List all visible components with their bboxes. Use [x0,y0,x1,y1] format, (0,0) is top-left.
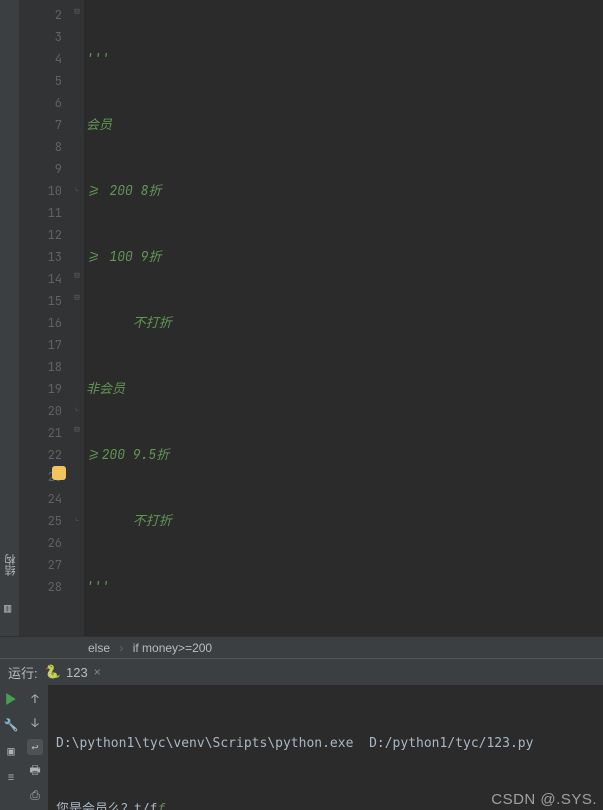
line-number[interactable]: 12 [20,224,62,246]
fold-end-icon[interactable]: ⌞ [72,182,82,192]
line-number[interactable]: 10 [20,180,62,202]
export-button[interactable]: ⎙ [27,787,43,803]
layout-button[interactable]: ≡ [3,769,19,785]
python-file-icon: 🐍 [45,664,61,680]
line-number[interactable]: 26 [20,532,62,554]
line-number[interactable]: 20 [20,400,62,422]
print-button[interactable]: 🖶 [27,763,43,779]
line-number[interactable]: 16 [20,312,62,334]
run-config-name[interactable]: 123 [66,665,88,680]
line-number[interactable]: 11 [20,202,62,224]
line-number[interactable]: 6 [20,92,62,114]
breadcrumb-item[interactable]: if money>=200 [133,641,212,655]
line-number[interactable]: 22 [20,444,62,466]
line-number[interactable]: 8 [20,136,62,158]
left-tool-strip: 结构 ▥ [0,0,20,636]
run-label: 运行: [8,663,38,682]
docstring: 会员 [86,116,112,133]
fold-marker-icon[interactable]: ⊟ [72,424,82,434]
up-arrow-icon[interactable]: ↑ [27,691,43,707]
line-number[interactable]: 15 [20,290,62,312]
line-number[interactable]: 24 [20,488,62,510]
fold-marker-icon[interactable]: ⊟ [72,270,82,280]
line-number[interactable]: 19 [20,378,62,400]
line-number[interactable]: 7 [20,114,62,136]
structure-tool-label[interactable]: 结构 [3,554,19,576]
line-number[interactable]: 9 [20,158,62,180]
fold-end-icon[interactable]: ⌞ [72,402,82,412]
tool-strip-icon[interactable]: ▥ [4,600,11,616]
stop-button[interactable]: ▣ [3,743,19,759]
docstring: 不打折 [86,512,172,529]
line-number[interactable]: 25 [20,510,62,532]
docstring: >= 200 8折 [86,182,161,199]
breadcrumb-item[interactable]: else [88,641,110,655]
wrench-icon[interactable]: 🔧 [3,717,19,733]
line-number[interactable]: 14 [20,268,62,290]
docstring: ''' [86,50,109,67]
line-number[interactable]: 3 [20,26,62,48]
rerun-button[interactable] [3,691,19,707]
console-line: D:\python1\tyc\venv\Scripts\python.exe D… [56,733,595,755]
intention-bulb-icon[interactable] [52,466,66,480]
docstring: 不打折 [86,314,172,331]
fold-marker-icon[interactable]: ⊟ [72,292,82,302]
docstring: 非会员 [86,380,125,397]
breadcrumb[interactable]: else › if money>=200 [0,636,603,658]
chevron-right-icon: › [119,641,123,655]
docstring: >= 100 9折 [86,248,161,265]
run-tool-col-secondary: ↑ ↓ ↩ 🖶 ⎙ [22,685,48,810]
fold-marker-icon[interactable]: ⊟ [72,6,82,16]
docstring: ''' [86,578,109,595]
close-icon[interactable]: × [94,665,101,679]
soft-wrap-button[interactable]: ↩ [27,739,43,755]
fold-end-icon[interactable]: ⌞ [72,512,82,522]
line-number[interactable]: 5 [20,70,62,92]
code-editor[interactable]: ''' 会员 >= 200 8折 >= 100 9折 不打折 非会员 >=200… [84,0,603,636]
line-number[interactable]: 2 [20,4,62,26]
line-number[interactable]: 17 [20,334,62,356]
docstring: >=200 9.5折 [86,446,169,463]
down-arrow-icon[interactable]: ↓ [27,715,43,731]
line-number[interactable]: 4 [20,48,62,70]
line-number[interactable]: 18 [20,356,62,378]
line-number[interactable]: 13 [20,246,62,268]
line-number[interactable]: 27 [20,554,62,576]
editor-area: 结构 ▥ 2345678910111213141516171819202122 2… [0,0,603,636]
line-number[interactable]: 28 [20,576,62,598]
run-toolwindow-header[interactable]: 运行: 🐍 123 × [0,658,603,685]
watermark: CSDN @.SYS. [491,791,597,808]
run-tool-col-primary: 🔧 ▣ ≡ [0,685,22,810]
line-number[interactable]: 21 [20,422,62,444]
line-number-gutter[interactable]: 2345678910111213141516171819202122232425… [20,0,72,636]
fold-strip[interactable]: ⊟ ⌞ ⊟ ⊟ ⌞ ⊟ ⌞ [72,0,84,636]
